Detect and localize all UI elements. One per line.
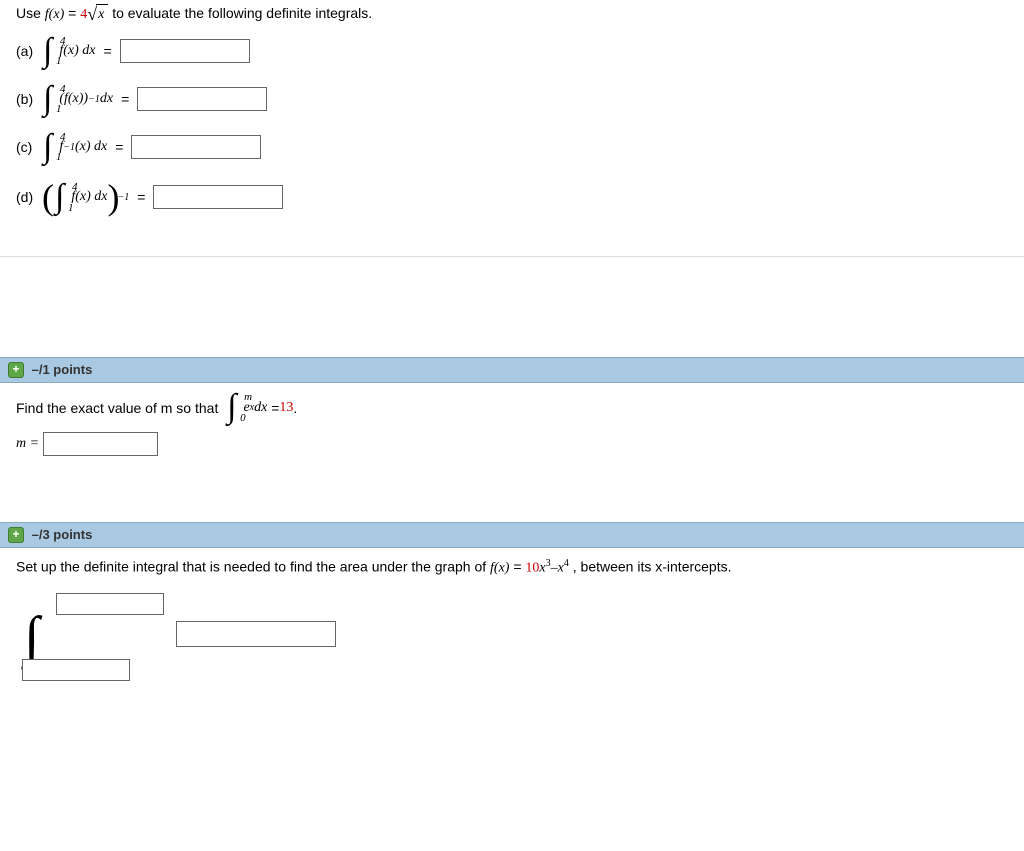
integrand: (x) dx — [75, 139, 107, 155]
q1-part-a: (a) ∫ 4 1 f(x) dx = — [16, 39, 1008, 63]
answer-input-d[interactable] — [153, 185, 283, 209]
q1-part-c: (c) ∫ 4 1 f −1(x) dx = — [16, 135, 1008, 159]
text: Find the exact value of m so that — [16, 400, 218, 416]
equals: = — [271, 400, 279, 416]
part-label: (a) — [16, 43, 42, 59]
points-label: –/1 points — [32, 362, 93, 377]
integral-sign-icon: ∫ — [43, 137, 52, 157]
upper-limit: 4 — [60, 35, 66, 47]
lower-limit: 0 — [240, 412, 246, 424]
question-2: Find the exact value of m so that ∫ m 0 … — [0, 383, 1024, 481]
equals: = — [137, 189, 145, 205]
integrand-dx: dx — [254, 400, 267, 416]
text: , between its x-intercepts. — [573, 559, 732, 575]
upper-limit: 4 — [72, 181, 78, 193]
answer-input-a[interactable] — [120, 39, 250, 63]
equals: = — [121, 91, 129, 107]
lower-limit-input[interactable] — [22, 659, 130, 681]
text: Use — [16, 5, 45, 21]
exponent: −1 — [117, 192, 129, 203]
answer-input-b[interactable] — [137, 87, 267, 111]
fx: f(x) — [45, 7, 64, 22]
question-1: Use f(x) = 4√x to evaluate the following… — [0, 0, 1024, 256]
q1-prompt: Use f(x) = 4√x to evaluate the following… — [16, 4, 1008, 25]
integrand: dx — [100, 91, 113, 107]
upper-limit: 4 — [60, 83, 66, 95]
lower-limit: 1 — [56, 55, 62, 67]
spacer — [0, 482, 1024, 522]
integral-sign-icon: ∫ — [227, 397, 236, 417]
fx: f(x) — [490, 561, 509, 576]
m-row: m = — [16, 432, 1008, 456]
integral: ∫ 4 1 — [42, 41, 59, 61]
integral-sign-icon: ∫ — [43, 41, 52, 61]
left-paren-icon: ( — [42, 183, 54, 212]
q1-part-d: (d) ( ∫ 4 1 f(x) dx )−1 = — [16, 183, 1008, 212]
upper-limit-input[interactable] — [56, 593, 164, 615]
exponent: −1 — [63, 142, 75, 153]
integral-sign-icon: ∫ — [43, 89, 52, 109]
eq: = — [513, 559, 525, 575]
q3-prompt: Set up the definite integral that is nee… — [16, 558, 1008, 577]
points-label: –/3 points — [32, 527, 93, 542]
text: Set up the definite integral that is nee… — [16, 559, 490, 575]
exp: 4 — [564, 558, 569, 569]
part-label: (c) — [16, 139, 42, 155]
upper-limit: 4 — [60, 131, 66, 143]
q1-part-b: (b) ∫ 4 1 (f(x))−1 dx = — [16, 87, 1008, 111]
answer-input-c[interactable] — [131, 135, 261, 159]
integral-sign-icon: ∫ — [55, 187, 64, 207]
part-label: (d) — [16, 189, 42, 205]
integral-sign-icon: ∫ — [24, 609, 39, 665]
integrand-input[interactable] — [176, 621, 336, 647]
sqrt-arg: x — [98, 7, 104, 22]
period: . — [293, 400, 297, 416]
equals: = — [103, 43, 111, 59]
answer-input-m[interactable] — [43, 432, 158, 456]
integral: ∫ 4 1 — [42, 89, 59, 109]
minus: – — [551, 561, 558, 576]
q2-header[interactable]: + –/1 points — [0, 357, 1024, 384]
expand-icon[interactable]: + — [8, 362, 24, 378]
text: to evaluate the following definite integ… — [112, 5, 372, 21]
integral: ∫ m 0 — [226, 397, 243, 417]
equals: = — [115, 139, 123, 155]
integral-setup: ∫ — [16, 591, 356, 681]
rhs-value: 13 — [279, 400, 293, 416]
part-label: (b) — [16, 91, 42, 107]
integral: ∫ 4 1 — [42, 137, 59, 157]
integral: ∫ 4 1 — [54, 187, 71, 207]
coef: 10 — [525, 561, 539, 576]
exponent: −1 — [88, 94, 100, 105]
lower-limit: 1 — [56, 103, 62, 115]
m-label: m = — [16, 436, 39, 452]
upper-limit: m — [244, 391, 252, 403]
spacer — [0, 257, 1024, 357]
q3-header[interactable]: + –/3 points — [0, 522, 1024, 549]
lower-limit: 1 — [68, 202, 74, 214]
question-3: Set up the definite integral that is nee… — [0, 548, 1024, 707]
page: Use f(x) = 4√x to evaluate the following… — [0, 0, 1024, 707]
eq: = — [68, 5, 80, 21]
lower-limit: 1 — [56, 151, 62, 163]
q2-prompt: Find the exact value of m so that ∫ m 0 … — [16, 397, 1008, 417]
expand-icon[interactable]: + — [8, 527, 24, 543]
